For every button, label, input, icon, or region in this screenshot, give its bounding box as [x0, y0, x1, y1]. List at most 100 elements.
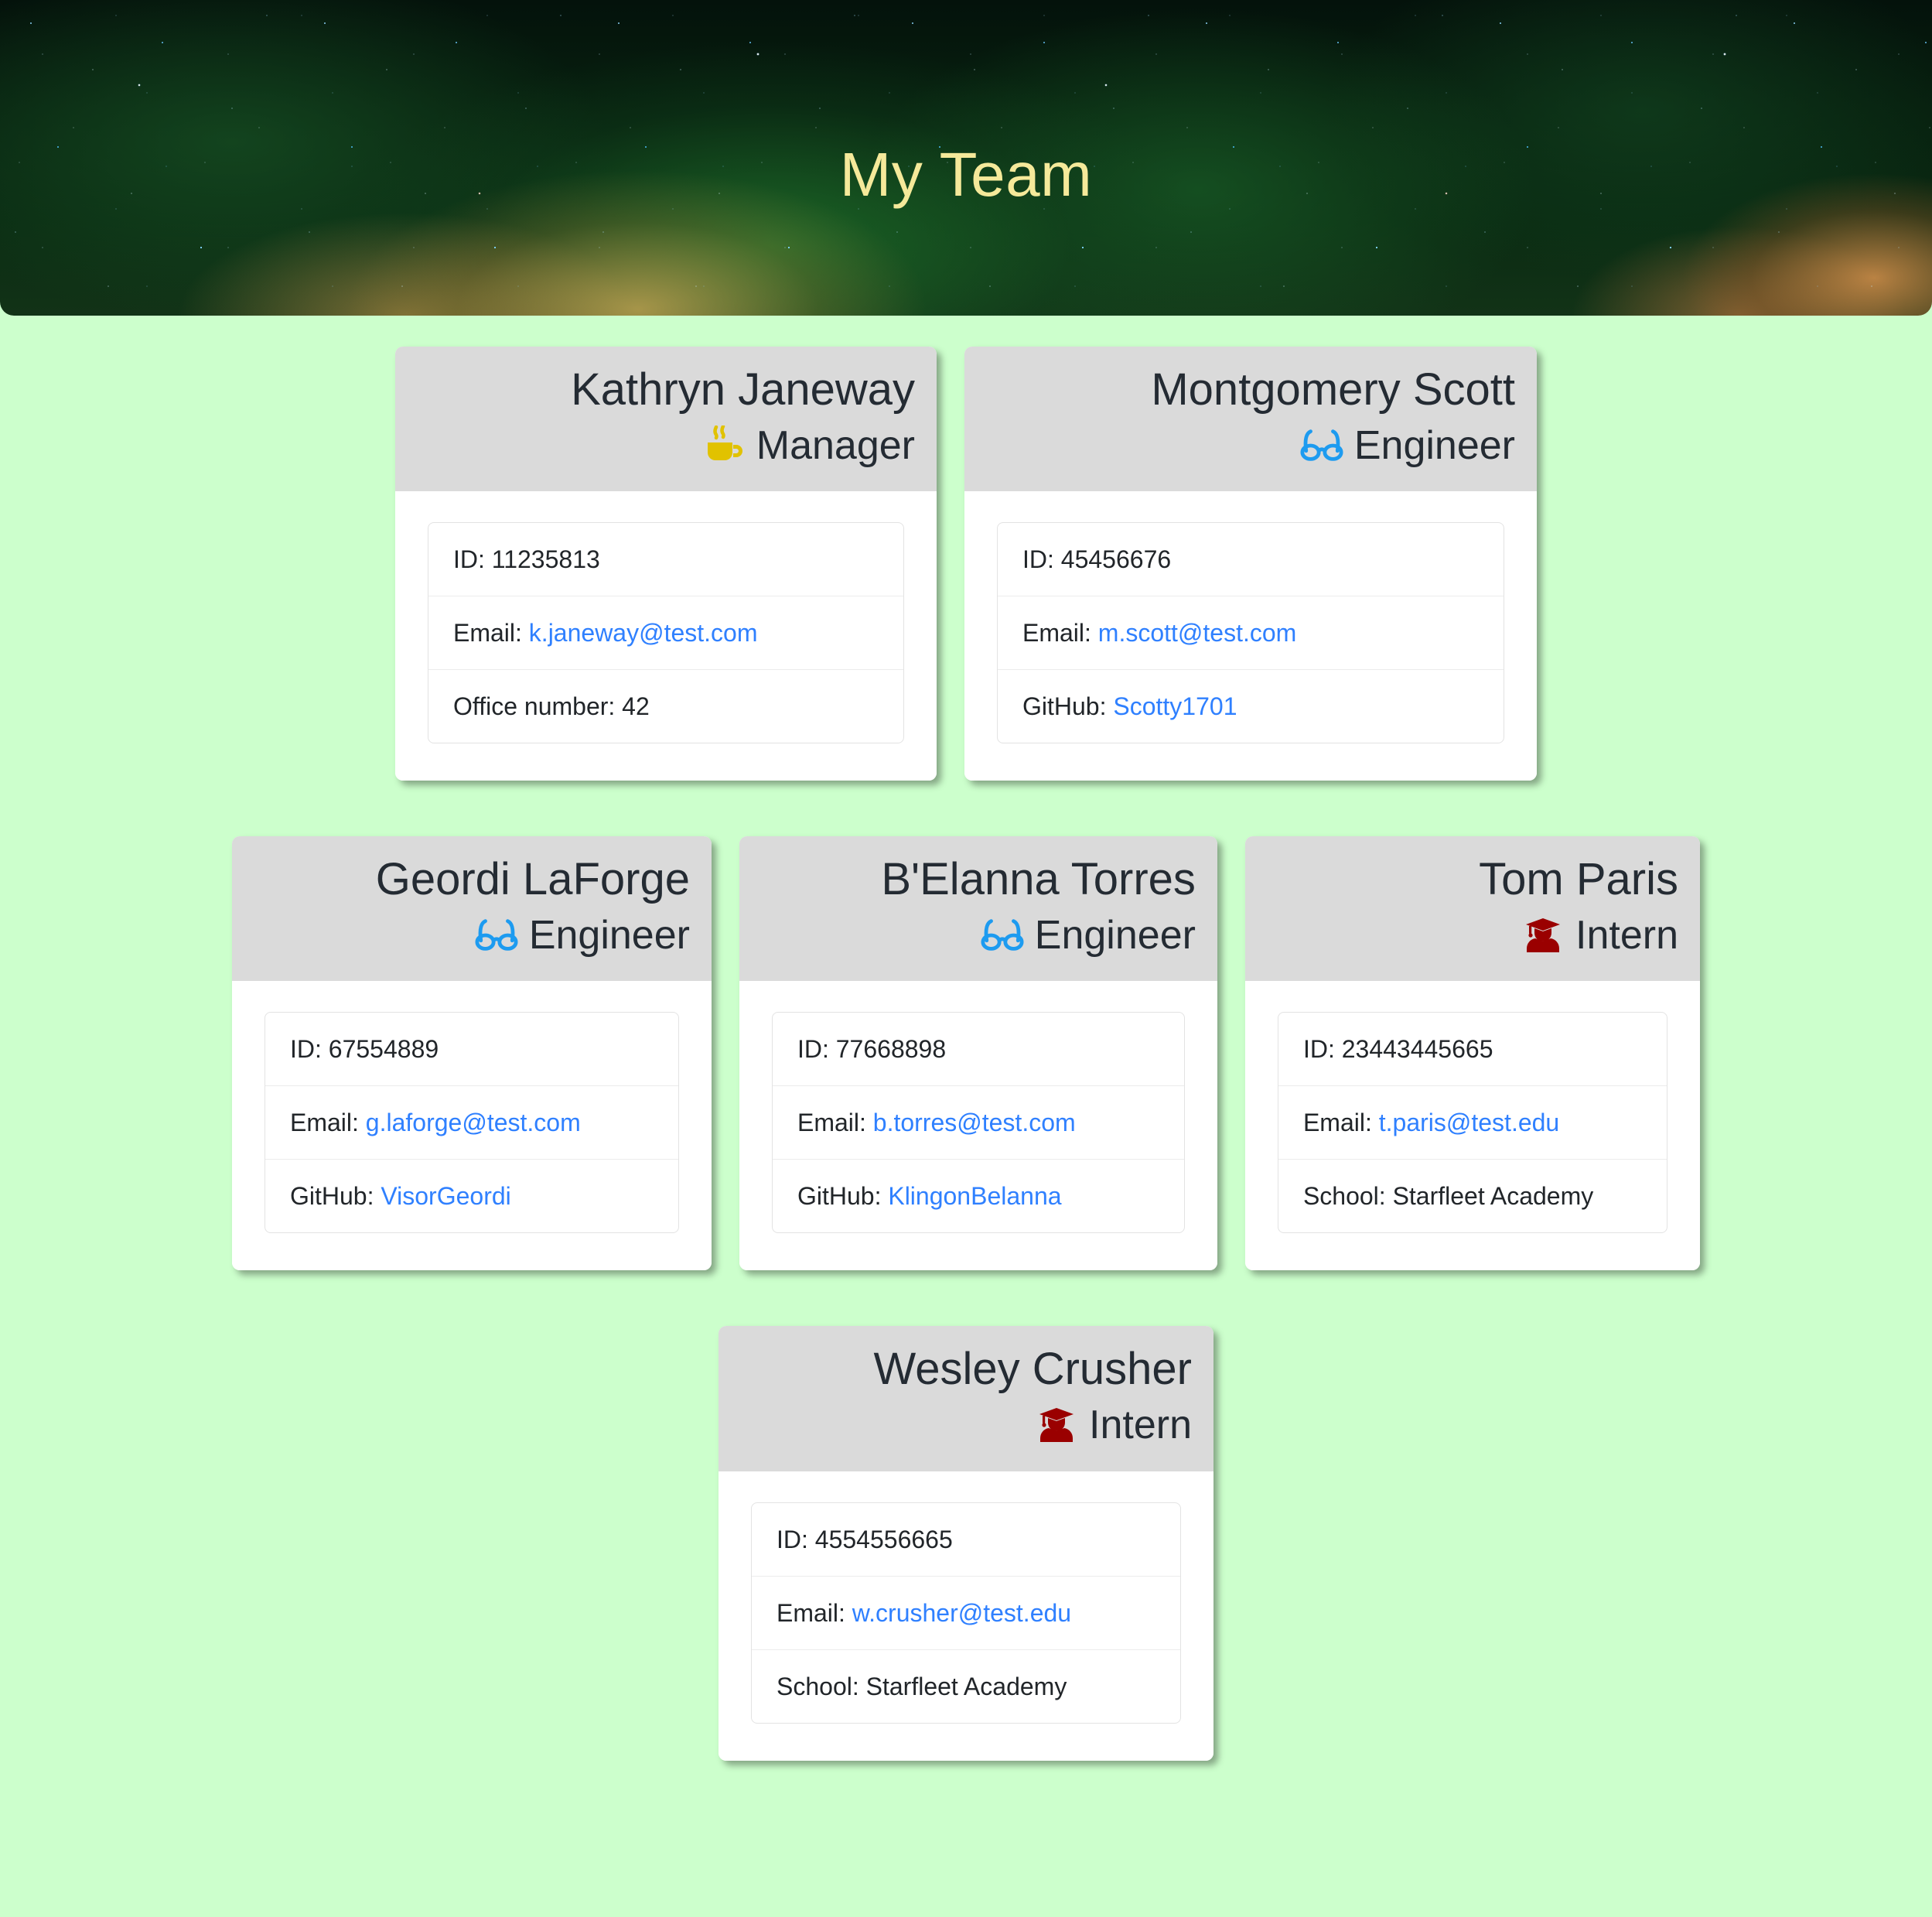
detail-value-link[interactable]: t.paris@test.edu: [1379, 1109, 1559, 1136]
detail-label: ID:: [1022, 545, 1054, 574]
detail-value-link[interactable]: KlingonBelanna: [888, 1182, 1061, 1210]
detail-label: ID:: [453, 545, 485, 574]
team-member-card: Geordi LaForge Engineer ID: 67554889 Email:…: [232, 836, 712, 1271]
detail-label: ID:: [797, 1035, 829, 1064]
detail-value: 4554556665: [814, 1525, 953, 1553]
list-item: ID: 77668898: [772, 1013, 1184, 1087]
member-role: Intern: [1267, 913, 1678, 958]
page-title: My Team: [839, 139, 1093, 209]
graduate-student-icon: [1035, 1406, 1078, 1444]
detail-value: 45456676: [1060, 545, 1172, 574]
card-header: Kathryn Janeway Manager: [395, 347, 937, 492]
coffee-cup-icon: [702, 425, 746, 465]
list-item: Email: k.janeway@test.com: [428, 596, 903, 671]
detail-value-link[interactable]: w.crusher@test.edu: [852, 1599, 1071, 1627]
detail-label: ID:: [290, 1035, 322, 1064]
detail-label: ID:: [777, 1525, 808, 1553]
detail-label: Email:: [797, 1109, 866, 1137]
list-item: GitHub: VisorGeordi: [265, 1160, 678, 1232]
card-header: Montgomery Scott Engineer: [964, 347, 1537, 492]
detail-label: Email:: [1022, 619, 1091, 648]
glasses-icon: [981, 916, 1024, 955]
member-name: Geordi LaForge: [375, 854, 690, 905]
list-item: GitHub: Scotty1701: [998, 670, 1504, 743]
detail-value: 23443445665: [1341, 1035, 1493, 1064]
detail-label: Email:: [453, 619, 522, 648]
list-item: ID: 4554556665: [752, 1503, 1180, 1577]
team-member-card: B'Elanna Torres Engineer ID: 77668898 Email…: [739, 836, 1217, 1271]
member-role: Engineer: [761, 913, 1196, 958]
card-row-3: Wesley Crusher Intern ID: 4554556665 Email:…: [232, 1326, 1700, 1761]
member-role-label: Intern: [1575, 913, 1678, 958]
member-role-label: Intern: [1089, 1403, 1192, 1448]
member-name: Wesley Crusher: [873, 1344, 1193, 1395]
detail-label: GitHub:: [797, 1182, 882, 1211]
card-row-1: Kathryn Janeway Manager ID: 11235813 Email:…: [232, 347, 1700, 781]
member-detail-list: ID: 4554556665 Email: w.crusher@test.edu S…: [751, 1502, 1181, 1724]
detail-label: Email:: [777, 1598, 845, 1627]
graduate-student-icon: [1521, 916, 1565, 955]
member-detail-list: ID: 67554889 Email: g.laforge@test.com Git…: [265, 1012, 679, 1234]
team-member-card: Montgomery Scott Engineer ID: 45456676 Emai…: [964, 347, 1537, 781]
detail-label: Email:: [290, 1109, 359, 1137]
member-role: Engineer: [254, 913, 690, 958]
member-role-label: Engineer: [528, 913, 690, 958]
card-row-2: Geordi LaForge Engineer ID: 67554889 Email:…: [232, 836, 1700, 1271]
glasses-icon: [475, 916, 518, 955]
list-item: Email: b.torres@test.com: [772, 1086, 1184, 1160]
member-name: B'Elanna Torres: [881, 854, 1196, 905]
detail-value: 11235813: [491, 545, 600, 574]
member-role: Engineer: [986, 423, 1515, 468]
member-detail-list: ID: 23443445665 Email: t.paris@test.edu Sc…: [1277, 1012, 1667, 1234]
card-body: ID: 67554889 Email: g.laforge@test.com Git…: [232, 981, 712, 1271]
team-member-card: Wesley Crusher Intern ID: 4554556665 Email:…: [719, 1326, 1213, 1761]
list-item: School: Starfleet Academy: [752, 1650, 1180, 1723]
detail-value-link[interactable]: Scotty1701: [1113, 692, 1237, 720]
card-body: ID: 23443445665 Email: t.paris@test.edu Sc…: [1244, 981, 1700, 1271]
detail-value-link[interactable]: g.laforge@test.com: [366, 1109, 581, 1136]
detail-label: GitHub:: [1022, 692, 1107, 721]
list-item: GitHub: KlingonBelanna: [773, 1160, 1184, 1232]
team-card-grid: Kathryn Janeway Manager ID: 11235813 Email:…: [0, 316, 1932, 1761]
list-item: ID: 11235813: [428, 523, 903, 597]
detail-value-link[interactable]: k.janeway@test.com: [529, 619, 758, 647]
detail-label: School:: [777, 1672, 859, 1700]
card-body: ID: 11235813 Email: k.janeway@test.com Off…: [395, 491, 937, 781]
member-role: Manager: [417, 423, 915, 468]
detail-value: Starfleet Academy: [1392, 1182, 1594, 1211]
member-name: Kathryn Janeway: [571, 364, 915, 415]
glasses-icon: [1300, 426, 1343, 465]
member-detail-list: ID: 77668898 Email: b.torres@test.com GitH…: [771, 1012, 1185, 1234]
card-header: Tom Paris Intern: [1244, 836, 1700, 982]
list-item: Email: g.laforge@test.com: [265, 1086, 678, 1160]
list-item: Email: m.scott@test.com: [998, 596, 1504, 671]
detail-label: School:: [1302, 1182, 1386, 1211]
member-detail-list: ID: 45456676 Email: m.scott@test.com GitHu…: [997, 522, 1504, 744]
member-name: Montgomery Scott: [1151, 364, 1515, 415]
member-detail-list: ID: 11235813 Email: k.janeway@test.com Off…: [428, 522, 904, 744]
detail-label: GitHub:: [290, 1182, 374, 1211]
list-item: Email: t.paris@test.edu: [1278, 1086, 1667, 1160]
list-item: ID: 67554889: [265, 1013, 678, 1087]
card-body: ID: 45456676 Email: m.scott@test.com GitHu…: [964, 491, 1537, 781]
member-role: Intern: [740, 1403, 1192, 1447]
detail-value-link[interactable]: m.scott@test.com: [1098, 619, 1297, 647]
detail-value: Starfleet Academy: [865, 1672, 1067, 1700]
list-item: ID: 45456676: [998, 523, 1504, 597]
detail-label: Office number:: [453, 692, 616, 721]
detail-value: 42: [622, 692, 650, 721]
detail-label: ID:: [1302, 1035, 1335, 1064]
detail-value: 77668898: [835, 1035, 947, 1064]
team-member-card: Tom Paris Intern ID: 23443445665 Email: t.p…: [1244, 836, 1700, 1271]
card-header: B'Elanna Torres Engineer: [739, 836, 1217, 982]
list-item: Office number: 42: [428, 670, 903, 743]
member-role-label: Manager: [756, 422, 915, 468]
list-item: ID: 23443445665: [1278, 1013, 1667, 1087]
detail-value-link[interactable]: b.torres@test.com: [873, 1109, 1076, 1136]
list-item: Email: w.crusher@test.edu: [752, 1577, 1180, 1650]
team-member-card: Kathryn Janeway Manager ID: 11235813 Email:…: [395, 347, 937, 781]
member-role-label: Engineer: [1034, 913, 1196, 958]
detail-label: Email:: [1302, 1109, 1372, 1137]
detail-value: 67554889: [328, 1035, 439, 1064]
detail-value-link[interactable]: VisorGeordi: [381, 1182, 510, 1210]
